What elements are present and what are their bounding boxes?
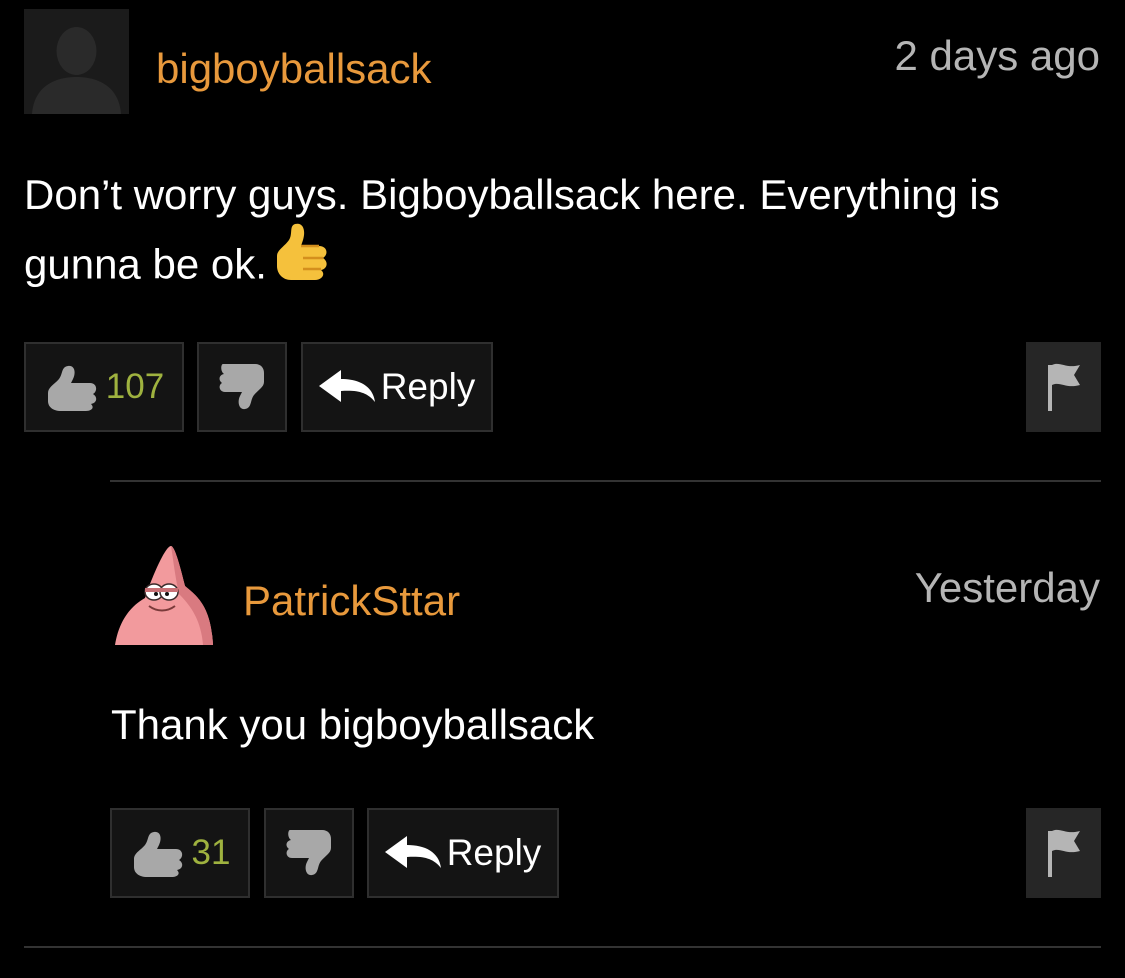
flag-icon [1044,361,1084,413]
comment: bigboyballsack 2 days ago Don’t worry gu… [0,0,1125,482]
user-avatar-default-icon[interactable] [24,9,129,114]
report-flag-button[interactable] [1026,808,1101,898]
upvote-button[interactable]: 31 [110,808,250,898]
upvote-count: 107 [105,367,165,406]
upvote-button[interactable]: 107 [24,342,184,432]
timestamp: 2 days ago [894,32,1101,79]
thumbs-down-icon [284,830,334,876]
reply-button[interactable]: Reply [301,342,493,432]
username[interactable]: PatrickSttar [243,580,460,622]
flag-icon [1044,827,1084,879]
thumbs-down-icon [217,364,267,410]
reply-button[interactable]: Reply [367,808,559,898]
comment-body: Thank you bigboyballsack [111,701,595,748]
reply-label: Reply [446,832,542,873]
thumbs-up-emoji-icon [273,222,329,301]
reply-label: Reply [380,366,476,407]
downvote-button[interactable] [197,342,287,432]
reply-arrow-icon [318,370,375,404]
timestamp: Yesterday [914,564,1100,611]
thumbs-up-icon [44,363,100,411]
reply-arrow-icon [384,836,441,870]
report-flag-button[interactable] [1026,342,1101,432]
comment-body: Don’t worry guys. Bigboyballsack here. E… [24,162,1104,307]
patrick-star-avatar-icon[interactable] [111,540,216,645]
reply-comment: PatrickSttar Yesterday Thank you bigboyb… [0,482,1125,978]
username[interactable]: bigboyballsack [156,48,432,90]
upvote-count: 31 [191,833,231,872]
thumbs-up-icon [130,829,186,877]
comment-divider [24,946,1101,948]
comment-text: Don’t worry guys. Bigboyballsack here. E… [24,171,1000,288]
downvote-button[interactable] [264,808,354,898]
